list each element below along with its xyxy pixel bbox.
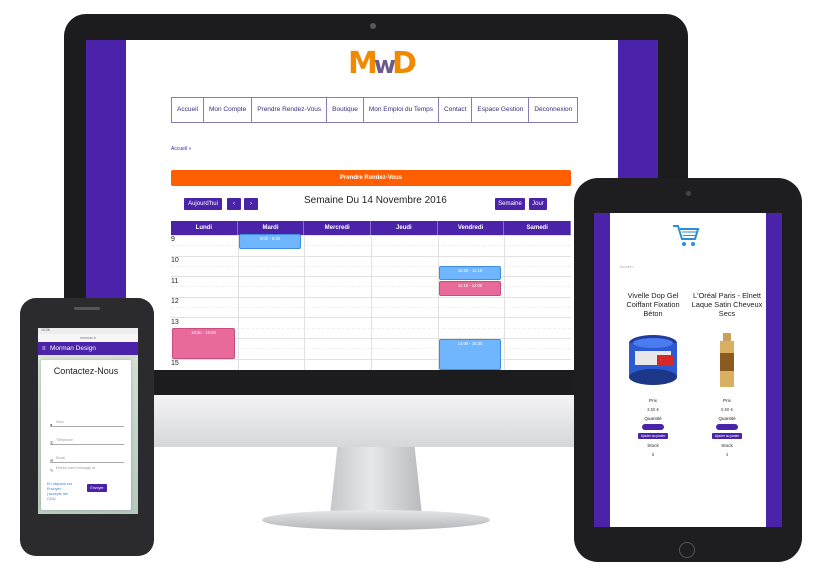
tablet-camera — [686, 191, 691, 196]
product-name[interactable]: Vivelle Dop Gel Coiffant Fixation Béton — [616, 291, 690, 327]
prev-week-button[interactable]: ‹ — [227, 198, 241, 210]
message-placeholder: Entrez votre message ici — [56, 466, 96, 470]
hour-label: 13 — [171, 319, 179, 326]
nav-accueil[interactable]: Accueil — [172, 98, 204, 122]
calendar-event[interactable]: 14:00 - 15:30 — [439, 339, 501, 370]
calendar-title: Semaine Du 14 Novembre 2016 — [304, 195, 447, 206]
message-field[interactable]: ✎ Entrez votre message ici — [50, 464, 124, 473]
logo-m: M — [348, 46, 378, 81]
breadcrumb[interactable]: Accueil » — [620, 265, 634, 269]
day-view-button[interactable]: Jour — [529, 198, 547, 210]
day-mardi: Mardi — [238, 221, 305, 235]
nav-prendre-rdv[interactable]: Prendre Rendez-Vous — [252, 98, 328, 122]
nav-emploi-du-temps[interactable]: Mon Emploi du Temps — [364, 98, 440, 122]
nav-espace-gestion[interactable]: Espace Gestion — [472, 98, 530, 122]
site-logo[interactable]: MwD — [348, 44, 417, 84]
phone-field[interactable]: ✆ Téléphone — [50, 436, 124, 445]
contact-heading: Contactez-Nous — [53, 366, 119, 376]
add-to-cart-button[interactable]: Ajouter au panier — [638, 433, 668, 439]
hour-label: 9 — [171, 236, 175, 243]
week-view-button[interactable]: Semaine — [495, 198, 525, 210]
today-button[interactable]: Aujourd'hui — [184, 198, 222, 210]
shopping-cart-icon[interactable] — [672, 223, 700, 249]
phone-icon: ✆ — [50, 440, 54, 445]
app-title: Morman Design — [50, 345, 96, 352]
breadcrumb[interactable]: Accueil » — [171, 146, 191, 152]
app-bar: ≡ Morman Design — [38, 342, 138, 355]
day-samedi: Samedi — [504, 221, 572, 235]
product-card: Vivelle Dop Gel Coiffant Fixation Béton … — [616, 291, 690, 457]
calendar-event[interactable]: 13:30 - 15:00 — [172, 328, 235, 359]
calendar-day-header: Lundi Mardi Mercredi Jeudi Vendredi Same… — [171, 221, 572, 235]
quantity-label: Quantité — [644, 416, 662, 421]
desktop-screen: MwD Accueil Mon Compte Prendre Rendez-Vo… — [86, 40, 658, 370]
product-image[interactable] — [627, 333, 679, 389]
nav-boutique[interactable]: Boutique — [327, 98, 364, 122]
send-button[interactable]: Envoyer — [87, 484, 107, 492]
name-field[interactable]: ● Nom — [50, 418, 124, 427]
nav-contact[interactable]: Contact — [439, 98, 473, 122]
stock-value: 5 — [651, 452, 655, 457]
cgu-note[interactable]: En cliquant sur Envoyer, j'accepte les C… — [47, 482, 75, 502]
camera — [370, 23, 376, 29]
day-mercredi: Mercredi — [304, 221, 372, 235]
hour-label: 15 — [171, 360, 179, 367]
side-border-right — [766, 213, 782, 527]
price-value: 3.50 € — [647, 407, 659, 412]
quantity-label: Quantité — [718, 416, 736, 421]
day-vendredi: Vendredi — [438, 221, 505, 235]
page-title-banner: Prendre Rendez-Vous — [171, 170, 571, 186]
next-week-button[interactable]: › — [244, 198, 258, 210]
day-lundi: Lundi — [171, 221, 238, 235]
price-label: Prix — [723, 398, 731, 403]
address-bar[interactable]: morman.fr — [38, 334, 138, 342]
nav-deconnexion[interactable]: Déconnexion — [529, 98, 577, 122]
logo-d: D — [392, 46, 417, 81]
email-placeholder: Email — [56, 456, 65, 460]
monitor-foot — [262, 510, 490, 530]
name-placeholder: Nom — [56, 420, 64, 424]
home-button — [679, 542, 695, 558]
price-label: Prix — [649, 398, 657, 403]
quantity-stepper[interactable] — [716, 424, 738, 430]
tablet-screen: Accueil » Vivelle Dop Gel Coiffant Fixat… — [594, 213, 782, 527]
product-name[interactable]: L'Oréal Paris - Elnett Laque Satin Cheve… — [690, 291, 764, 327]
phone-speaker — [74, 307, 100, 310]
phone-screen: 10:26 morman.fr ≡ Morman Design Contactez… — [38, 328, 138, 514]
product-card: L'Oréal Paris - Elnett Laque Satin Cheve… — [690, 291, 764, 457]
user-icon: ● — [50, 422, 53, 427]
contact-card: Contactez-Nous ● Nom ✆ Téléphone ✉ Email ✎ E… — [41, 360, 131, 510]
phone-placeholder: Téléphone — [56, 438, 73, 442]
hour-label: 12 — [171, 298, 179, 305]
calendar-event[interactable]: 9:00 - 9:45 — [239, 234, 301, 249]
day-jeudi: Jeudi — [371, 221, 438, 235]
side-border-left — [594, 213, 610, 527]
nav-mon-compte[interactable]: Mon Compte — [204, 98, 253, 122]
email-field[interactable]: ✉ Email — [50, 454, 124, 463]
stock-value: 4 — [725, 452, 729, 457]
calendar-event[interactable]: 10:30 - 11:15 — [439, 266, 501, 280]
stock-label: Stock — [647, 443, 659, 448]
add-to-cart-button[interactable]: Ajouter au panier — [712, 433, 742, 439]
calendar-grid[interactable]: 9 10 11 12 13 15 9:00 - 9:45 10:30 - 11:… — [171, 234, 571, 370]
stock-label: Stock — [721, 443, 733, 448]
hour-label: 11 — [171, 278, 179, 285]
calendar-event[interactable]: 11:15 - 12:00 — [439, 281, 501, 296]
logo-w: w — [373, 51, 396, 79]
price-value: 5.50 € — [721, 407, 733, 412]
quantity-stepper[interactable] — [642, 424, 664, 430]
product-image[interactable] — [701, 333, 753, 389]
hour-label: 10 — [171, 257, 179, 264]
main-nav: Accueil Mon Compte Prendre Rendez-Vous B… — [171, 97, 579, 123]
monitor-stand — [330, 447, 422, 515]
pencil-icon: ✎ — [50, 468, 54, 473]
